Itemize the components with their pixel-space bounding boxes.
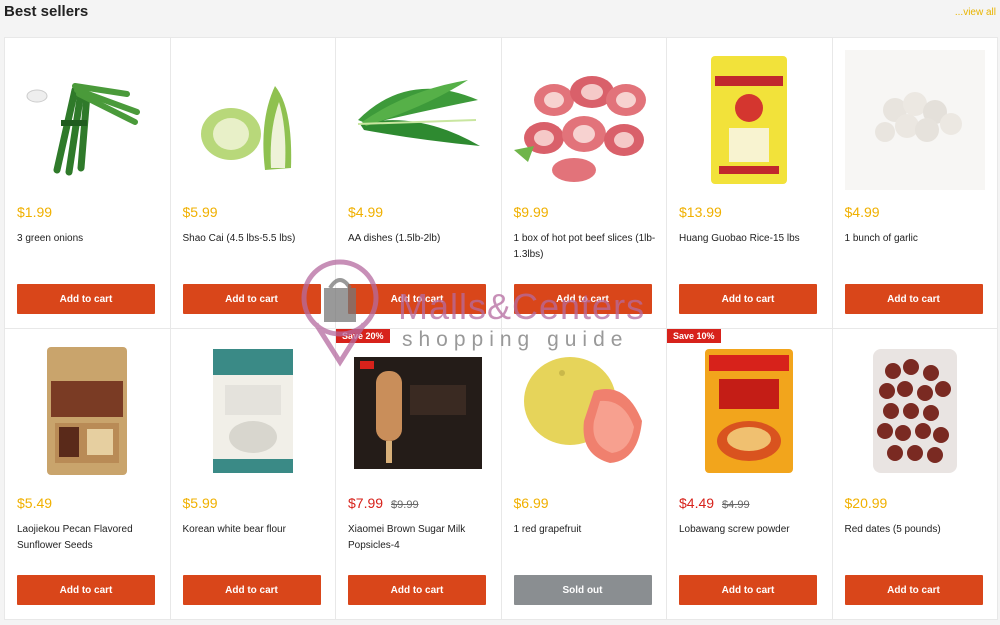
add-to-cart-button[interactable]: Add to cart [17,575,155,605]
add-to-cart-button[interactable]: Add to cart [182,284,321,314]
leafy-greens-image[interactable] [348,50,488,190]
grapefruit-image[interactable] [514,341,654,481]
rice-bag-image[interactable] [679,50,819,190]
noodle-bag-image[interactable] [679,341,819,481]
product-name[interactable]: Laojiekou Pecan Flavored Sunflower Seeds [17,522,159,554]
add-to-cart-button[interactable]: Add to cart [679,284,817,314]
product-name[interactable]: Shao Cai (4.5 lbs-5.5 lbs) [183,231,325,247]
product-name[interactable]: Xiaomei Brown Sugar Milk Popsicles-4 [348,522,490,554]
product-card[interactable]: Save 10% $4.49 $4.99 Lobawang screw powd… [667,329,833,620]
section-header: Best sellers ...view all [0,0,1000,32]
add-to-cart-button[interactable]: Add to cart [182,575,321,605]
product-name[interactable]: Korean white bear flour [183,522,325,538]
add-to-cart-button[interactable]: Add to cart [844,575,983,605]
add-to-cart-button[interactable]: Add to cart [679,575,817,605]
product-price: $7.99 [348,495,384,511]
product-name[interactable]: AA dishes (1.5lb-2lb) [348,231,490,247]
product-price: $4.49 [679,495,715,511]
product-price: $20.99 [844,495,888,511]
product-price: $5.49 [17,495,53,511]
product-price: $13.99 [679,204,722,220]
product-name[interactable]: Huang Guobao Rice-15 lbs [679,231,821,247]
add-to-cart-button[interactable]: Add to cart [348,575,486,605]
garlic-image[interactable] [844,50,985,190]
product-price: $9.99 [513,204,549,220]
product-name[interactable]: 3 green onions [17,231,159,247]
product-name[interactable]: 1 box of hot pot beef slices (1lb-1.3lbs… [514,231,656,263]
add-to-cart-button[interactable]: Add to cart [513,284,652,314]
beef-slices-image[interactable] [513,50,654,190]
flour-bag-image[interactable] [183,341,323,481]
product-card[interactable]: $4.99 AA dishes (1.5lb-2lb) Add to cart [336,38,502,329]
product-name[interactable]: Red dates (5 pounds) [845,522,987,538]
product-price: $4.99 [844,204,880,220]
napa-cabbage-image[interactable] [183,50,323,190]
green-onion-image[interactable] [17,50,157,190]
red-dates-image[interactable] [845,341,985,481]
add-to-cart-button[interactable]: Add to cart [348,284,486,314]
section-title: Best sellers [4,3,89,20]
view-all-link[interactable]: ...view all [955,7,996,18]
product-card[interactable]: $4.99 1 bunch of garlic Add to cart [832,38,998,329]
product-card[interactable]: $13.99 Huang Guobao Rice-15 lbs Add to c… [667,38,833,329]
product-price: $4.99 [348,204,384,220]
product-price: $5.99 [182,204,218,220]
seeds-bag-image[interactable] [17,341,157,481]
sold-out-button: Sold out [513,575,652,605]
product-card[interactable]: $20.99 Red dates (5 pounds) Add to cart [832,329,998,620]
product-price: $6.99 [513,495,549,511]
product-name[interactable]: 1 bunch of garlic [845,231,987,247]
product-name[interactable]: 1 red grapefruit [514,522,656,538]
product-card[interactable]: $6.99 1 red grapefruit Sold out [501,329,667,620]
product-card[interactable]: $5.99 Shao Cai (4.5 lbs-5.5 lbs) Add to … [170,38,336,329]
product-card[interactable]: $5.49 Laojiekou Pecan Flavored Sunflower… [5,329,171,620]
original-price: $9.99 [391,499,419,511]
add-to-cart-button[interactable]: Add to cart [17,284,155,314]
product-price: $1.99 [17,204,53,220]
product-price: $5.99 [182,495,218,511]
popsicle-box-image[interactable] [348,341,488,481]
add-to-cart-button[interactable]: Add to cart [844,284,983,314]
product-card[interactable]: $1.99 3 green onions Add to cart [5,38,171,329]
product-name[interactable]: Lobawang screw powder [679,522,821,538]
product-grid: $1.99 3 green onions Add to cart $5.99 S… [4,37,998,620]
product-card[interactable]: $9.99 1 box of hot pot beef slices (1lb-… [501,38,667,329]
original-price: $4.99 [722,499,750,511]
product-card[interactable]: $5.99 Korean white bear flour Add to car… [170,329,336,620]
product-card[interactable]: Save 20% $7.99 $9.99 Xiaomei Brown Sugar… [336,329,502,620]
